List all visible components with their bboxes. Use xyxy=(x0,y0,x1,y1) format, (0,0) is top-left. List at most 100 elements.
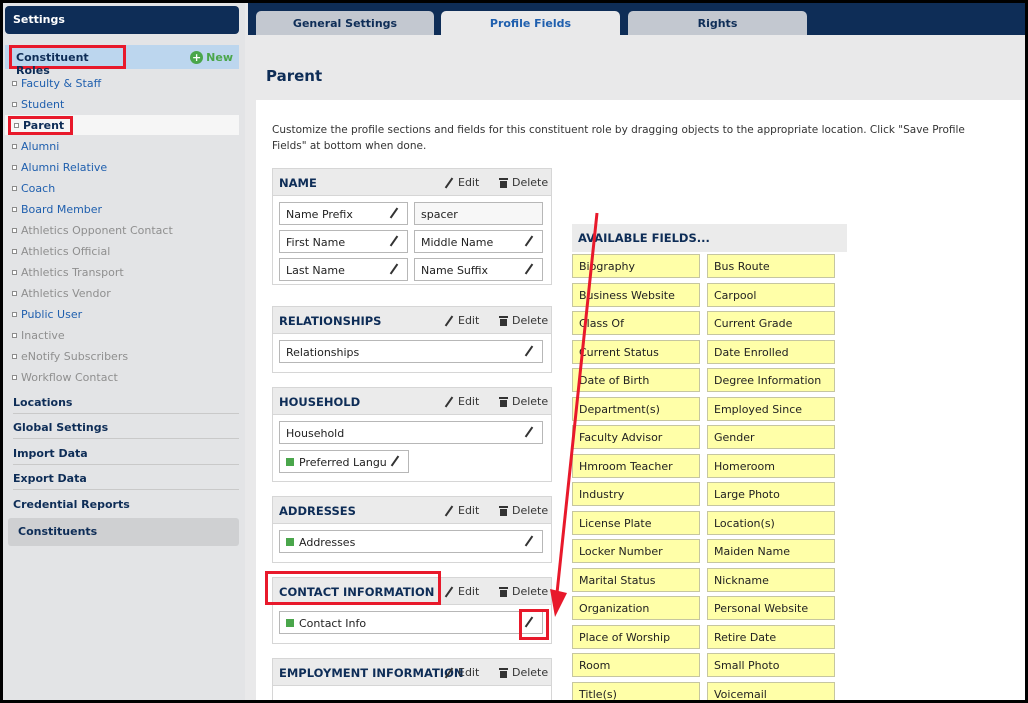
pencil-icon[interactable] xyxy=(524,427,534,437)
constituent-roles-title[interactable]: Constituent Roles xyxy=(9,45,126,77)
pencil-icon[interactable] xyxy=(389,208,399,218)
available-field-organization[interactable]: Organization xyxy=(572,596,700,620)
field-contact-info[interactable]: Contact Info xyxy=(279,611,543,634)
field-preferred-language[interactable]: Preferred Langu xyxy=(279,450,409,473)
available-field-room[interactable]: Room xyxy=(572,653,700,677)
field-name-suffix[interactable]: Name Suffix xyxy=(414,258,543,281)
nav-constituents[interactable]: Constituents xyxy=(8,518,239,546)
pencil-icon[interactable] xyxy=(524,617,534,627)
pencil-icon xyxy=(444,178,454,188)
nav-export-data[interactable]: Export Data xyxy=(13,468,239,490)
available-field-locker-number[interactable]: Locker Number xyxy=(572,539,700,563)
role-athletics-official[interactable]: Athletics Official xyxy=(12,242,110,260)
available-field-faculty-advisor[interactable]: Faculty Advisor xyxy=(572,425,700,449)
pencil-icon[interactable] xyxy=(524,264,534,274)
available-field-bus-route[interactable]: Bus Route xyxy=(707,254,835,278)
pencil-icon[interactable] xyxy=(389,264,399,274)
available-field-industry[interactable]: Industry xyxy=(572,482,700,506)
role-student[interactable]: Student xyxy=(12,95,64,113)
bullet-icon xyxy=(12,353,17,359)
available-field-license-plate[interactable]: License Plate xyxy=(572,510,700,535)
available-field-voicemail[interactable]: Voicemail xyxy=(707,681,835,700)
nav-locations[interactable]: Locations xyxy=(13,392,239,414)
bullet-icon xyxy=(12,185,17,191)
nav-credential-reports[interactable]: Credential Reports xyxy=(13,494,239,516)
section-edit-button[interactable]: Edit xyxy=(444,395,479,408)
available-field-date-of-birth[interactable]: Date of Birth xyxy=(572,368,700,392)
role-athletics-opponent-contact[interactable]: Athletics Opponent Contact xyxy=(12,221,173,239)
section-edit-button[interactable]: Edit xyxy=(444,314,479,327)
available-field-degree-information[interactable]: Degree Information xyxy=(707,368,835,392)
role-coach[interactable]: Coach xyxy=(12,179,55,197)
section-employment-information[interactable]: EMPLOYMENT INFORMATION Edit Delete xyxy=(272,658,552,700)
available-field-marital-status[interactable]: Marital Status xyxy=(572,567,700,592)
role-faculty-staff[interactable]: Faculty & Staff xyxy=(12,74,101,92)
field-middle-name[interactable]: Middle Name xyxy=(414,230,543,253)
role-athletics-vendor[interactable]: Athletics Vendor xyxy=(12,284,111,302)
tab-general-settings[interactable]: General Settings xyxy=(256,11,434,35)
section-delete-button[interactable]: Delete xyxy=(499,666,548,679)
available-field-class-of[interactable]: Class Of xyxy=(572,311,700,335)
section-delete-button[interactable]: Delete xyxy=(499,314,548,327)
section-addresses[interactable]: ADDRESSES Edit Delete Addresses xyxy=(272,496,552,563)
field-spacer[interactable]: spacer xyxy=(414,202,543,225)
new-role-button[interactable]: + New xyxy=(190,49,233,65)
section-edit-button[interactable]: Edit xyxy=(444,176,479,189)
field-household[interactable]: Household xyxy=(279,421,543,444)
available-field-maiden-name[interactable]: Maiden Name xyxy=(707,539,835,563)
section-delete-button[interactable]: Delete xyxy=(499,176,548,189)
section-delete-button[interactable]: Delete xyxy=(499,504,548,517)
available-field-current-grade[interactable]: Current Grade xyxy=(707,311,835,335)
section-delete-button[interactable]: Delete xyxy=(499,395,548,408)
available-field-biography[interactable]: Biography xyxy=(572,254,700,278)
section-relationships[interactable]: RELATIONSHIPS Edit Delete Relationships xyxy=(272,306,552,373)
nav-global-settings[interactable]: Global Settings xyxy=(13,417,239,439)
available-field-retire-date[interactable]: Retire Date xyxy=(707,624,835,649)
section-edit-button[interactable]: Edit xyxy=(444,504,479,517)
available-field-large-photo[interactable]: Large Photo xyxy=(707,482,835,506)
available-field-employed-since[interactable]: Employed Since xyxy=(707,396,835,421)
available-field-nickname[interactable]: Nickname xyxy=(707,567,835,592)
pencil-icon[interactable] xyxy=(524,536,534,546)
role-workflow-contact[interactable]: Workflow Contact xyxy=(12,368,118,386)
available-field-personal-website[interactable]: Personal Website xyxy=(707,596,835,620)
pencil-icon[interactable] xyxy=(390,456,400,466)
available-field-place-of-worship[interactable]: Place of Worship xyxy=(572,624,700,649)
available-field-business-website[interactable]: Business Website xyxy=(572,282,700,307)
pencil-icon[interactable] xyxy=(524,346,534,356)
field-addresses[interactable]: Addresses xyxy=(279,530,543,553)
section-name[interactable]: NAME Edit Delete Name Prefix spacer Firs… xyxy=(272,168,552,285)
available-field-date-enrolled[interactable]: Date Enrolled xyxy=(707,339,835,364)
available-field-location-s[interactable]: Location(s) xyxy=(707,510,835,535)
nav-import-data[interactable]: Import Data xyxy=(13,443,239,465)
available-field-homeroom[interactable]: Homeroom xyxy=(707,453,835,478)
available-field-carpool[interactable]: Carpool xyxy=(707,282,835,307)
pencil-icon[interactable] xyxy=(389,236,399,246)
tab-rights[interactable]: Rights xyxy=(628,11,807,35)
field-first-name[interactable]: First Name xyxy=(279,230,408,253)
role-enotify-subscribers[interactable]: eNotify Subscribers xyxy=(12,347,128,365)
role-alumni[interactable]: Alumni xyxy=(12,137,59,155)
role-alumni-relative[interactable]: Alumni Relative xyxy=(12,158,107,176)
role-board-member[interactable]: Board Member xyxy=(12,200,102,218)
available-field-department-s[interactable]: Department(s) xyxy=(572,396,700,421)
section-contact-information[interactable]: CONTACT INFORMATION Edit Delete Contact … xyxy=(272,577,552,644)
field-name-prefix[interactable]: Name Prefix xyxy=(279,202,408,225)
role-parent[interactable]: Parent xyxy=(8,116,74,135)
section-edit-button[interactable]: Edit xyxy=(444,585,479,598)
tab-profile-fields[interactable]: Profile Fields xyxy=(441,11,620,35)
role-athletics-transport[interactable]: Athletics Transport xyxy=(12,263,124,281)
pencil-icon[interactable] xyxy=(524,236,534,246)
section-household[interactable]: HOUSEHOLD Edit Delete Household Preferre… xyxy=(272,387,552,482)
section-edit-button[interactable]: Edit xyxy=(444,666,479,679)
role-inactive[interactable]: Inactive xyxy=(12,326,65,344)
available-field-title-s[interactable]: Title(s) xyxy=(572,681,700,700)
available-field-gender[interactable]: Gender xyxy=(707,425,835,449)
available-field-small-photo[interactable]: Small Photo xyxy=(707,653,835,677)
section-delete-button[interactable]: Delete xyxy=(499,585,548,598)
field-relationships[interactable]: Relationships xyxy=(279,340,543,363)
role-public-user[interactable]: Public User xyxy=(12,305,82,323)
available-field-current-status[interactable]: Current Status xyxy=(572,339,700,364)
field-last-name[interactable]: Last Name xyxy=(279,258,408,281)
available-field-hmroom-teacher[interactable]: Hmroom Teacher xyxy=(572,453,700,478)
